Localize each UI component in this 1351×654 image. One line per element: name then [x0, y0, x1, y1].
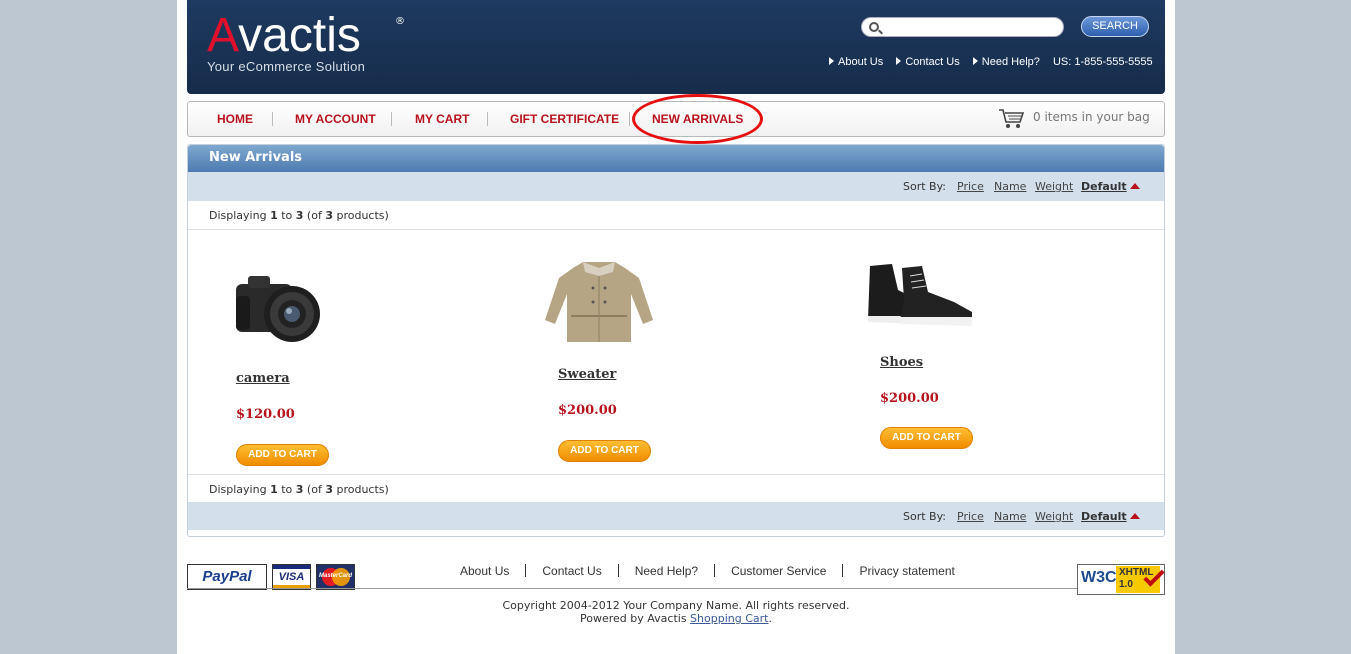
search-input[interactable]	[884, 20, 1059, 34]
footer-link-about[interactable]: About Us	[460, 564, 509, 578]
arrow-right-icon	[829, 57, 834, 65]
product-name[interactable]: camera	[236, 371, 290, 386]
sort-name[interactable]: Name	[994, 180, 1026, 193]
sort-bar-bottom: Sort By: Price Name Weight Default	[188, 502, 1164, 530]
copyright: Copyright 2004-2012 Your Company Name. A…	[502, 599, 850, 625]
new-arrivals-panel: New Arrivals Sort By: Price Name Weight …	[187, 144, 1165, 537]
nav-gift-certificate[interactable]: GIFT CERTIFICATE	[510, 112, 619, 126]
sort-bar-top: Sort By: Price Name Weight Default	[188, 172, 1164, 201]
page: Avactis ® Your eCommerce Solution SEARCH…	[177, 0, 1175, 654]
panel-title: New Arrivals	[188, 145, 1164, 172]
sort-default[interactable]: Default	[1081, 180, 1140, 193]
nav-divider	[629, 112, 630, 126]
shopping-cart-link[interactable]: Shopping Cart	[690, 612, 768, 625]
logo[interactable]: Avactis ® Your eCommerce Solution	[207, 9, 405, 75]
display-count-bottom: Displaying 1 to 3 (of 3 products)	[188, 474, 1164, 503]
arrow-right-icon	[972, 57, 978, 65]
logo-initial: A	[207, 9, 239, 62]
highlight-circle	[632, 94, 763, 144]
sort-name[interactable]: Name	[994, 510, 1026, 523]
nav-divider	[391, 112, 392, 126]
product-name[interactable]: Sweater	[558, 367, 616, 382]
footer-links: About Us Contact Us Need Help? Customer Ser…	[460, 564, 955, 578]
nav-my-cart[interactable]: MY CART	[415, 112, 469, 126]
header: Avactis ® Your eCommerce Solution SEARCH…	[187, 0, 1165, 94]
bag-status[interactable]: 0 items in your bag	[1033, 110, 1150, 124]
sort-up-icon	[1129, 513, 1140, 519]
search-button[interactable]: SEARCH	[1081, 16, 1149, 37]
footer-link-customer-service[interactable]: Customer Service	[731, 564, 826, 578]
footer-link-privacy[interactable]: Privacy statement	[859, 564, 954, 578]
shoes-image[interactable]	[864, 260, 976, 328]
sort-weight[interactable]: Weight	[1035, 510, 1073, 523]
logo-tagline: Your eCommerce Solution	[207, 59, 366, 74]
product-price: $200.00	[558, 403, 617, 418]
product-price: $120.00	[236, 407, 295, 422]
search-box	[861, 17, 1064, 37]
sort-label: Sort By:	[903, 510, 947, 523]
cart-icon[interactable]	[998, 108, 1026, 130]
camera-image[interactable]	[234, 266, 326, 344]
phone-number: US: 1-855-555-5555	[1052, 56, 1153, 68]
top-link-about[interactable]: About Us	[829, 56, 883, 68]
add-to-cart-button[interactable]: ADD TO CART	[880, 427, 973, 449]
sort-label: Sort By:	[903, 180, 947, 193]
top-links: About Us Contact Us Need Help? US: 1-855…	[829, 56, 1163, 68]
sort-weight[interactable]: Weight	[1035, 180, 1073, 193]
w3c-xhtml-badge[interactable]: W3C XHTML 1.0	[1077, 564, 1165, 595]
visa-logo: VISA	[272, 564, 311, 590]
sort-price[interactable]: Price	[957, 510, 984, 523]
nav-home[interactable]: HOME	[217, 112, 253, 126]
product-name[interactable]: Shoes	[880, 355, 923, 370]
product-price: $200.00	[880, 391, 939, 406]
paypal-logo: PayPal	[187, 564, 267, 590]
add-to-cart-button[interactable]: ADD TO CART	[558, 440, 651, 462]
sort-price[interactable]: Price	[957, 180, 984, 193]
arrow-right-icon	[896, 57, 902, 65]
main-nav: HOME MY ACCOUNT MY CART GIFT CERTIFICATE…	[187, 94, 1165, 144]
nav-divider	[272, 112, 273, 126]
top-link-help[interactable]: Need Help?	[972, 56, 1040, 68]
logo-registered: ®	[395, 16, 405, 27]
footer-link-help[interactable]: Need Help?	[635, 564, 698, 578]
logo-name: vactis	[238, 9, 361, 62]
footer-link-contact[interactable]: Contact Us	[542, 564, 601, 578]
search-icon	[869, 22, 879, 32]
footer-divider	[187, 588, 1087, 589]
mastercard-logo: MasterCard	[316, 564, 355, 590]
sort-up-icon	[1129, 183, 1140, 189]
nav-divider	[487, 112, 488, 126]
display-count-top: Displaying 1 to 3 (of 3 products)	[188, 201, 1164, 230]
add-to-cart-button[interactable]: ADD TO CART	[236, 444, 329, 466]
top-link-contact[interactable]: Contact Us	[896, 56, 960, 68]
nav-my-account[interactable]: MY ACCOUNT	[295, 112, 376, 126]
sweater-image[interactable]	[543, 258, 655, 344]
sort-default[interactable]: Default	[1081, 510, 1140, 523]
